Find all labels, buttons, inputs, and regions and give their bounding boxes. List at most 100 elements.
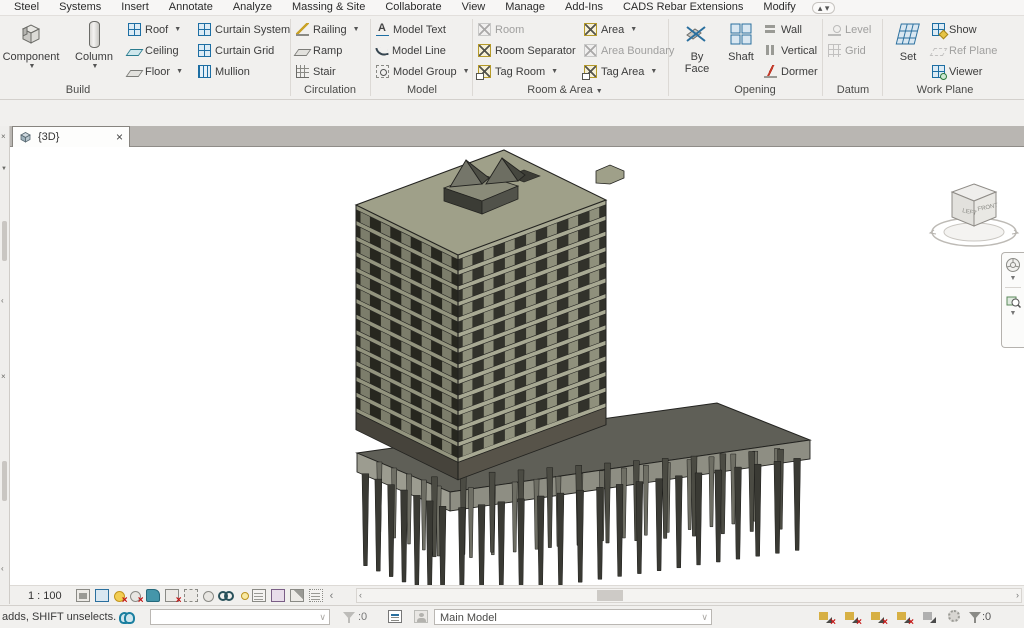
model-panel-label[interactable]: Model — [382, 84, 462, 98]
detail-level-icon[interactable] — [75, 589, 90, 602]
ribbon-state-toggle[interactable]: ▴ ▾ — [811, 1, 836, 14]
viewer-button[interactable]: Viewer — [932, 61, 1010, 82]
ribbon-tab-addins[interactable]: Add-Ins — [555, 0, 613, 16]
model-line-button[interactable]: Model Line — [375, 40, 470, 61]
horizontal-scroll-thumb[interactable] — [597, 590, 623, 601]
worksharing-display-icon[interactable] — [388, 610, 402, 623]
opening-by-face-button[interactable]: By Face — [676, 19, 718, 81]
zoom-dropdown-caret[interactable]: ▼ — [1010, 310, 1017, 317]
show-work-plane-button[interactable]: Show — [932, 19, 1010, 40]
scale-control[interactable]: 1 : 100 — [28, 590, 62, 602]
editing-requests-icon[interactable] — [342, 610, 356, 623]
wheel-dropdown-caret[interactable]: ▼ — [1010, 275, 1017, 282]
viewcube[interactable]: LEFT FRONT — [928, 176, 1020, 256]
dormer-button[interactable]: Dormer — [764, 61, 820, 82]
tag-area-button[interactable]: Tag Area ▼ — [582, 61, 668, 82]
design-options-icon[interactable] — [414, 610, 428, 623]
panel-close-icon[interactable]: × — [1, 132, 6, 141]
view-tab-3d[interactable]: {3D} × — [12, 126, 130, 147]
viewer-icon — [932, 65, 947, 80]
visual-style-icon[interactable] — [94, 589, 109, 602]
ribbon-tab-cads-rebar[interactable]: CADS Rebar Extensions — [613, 0, 753, 16]
lock-3d-view-icon[interactable] — [202, 590, 214, 602]
datum-panel-label[interactable]: Datum — [818, 84, 888, 98]
binoculars-icon[interactable] — [119, 610, 135, 624]
roof-button[interactable]: Roof ▼ — [128, 19, 194, 40]
curtain-system-button[interactable]: Curtain System — [198, 19, 290, 40]
select-pinned-elements-icon[interactable] — [870, 610, 888, 628]
reveal-hidden-elements-icon[interactable] — [240, 591, 249, 600]
filter-icon[interactable] — [968, 610, 982, 623]
model-group-button[interactable]: Model Group ▼ — [376, 61, 470, 82]
work-plane-panel-label[interactable]: Work Plane — [890, 84, 1000, 98]
mullion-button[interactable]: Mullion — [198, 61, 288, 82]
drawing-area[interactable] — [10, 147, 1024, 604]
area-boundary-label: Area Boundary — [601, 44, 675, 57]
collapsed-panel-strip[interactable]: × ▼ ‹ × ‹ — [0, 126, 10, 604]
ribbon-tab-manage[interactable]: Manage — [495, 0, 555, 16]
room-separator-button[interactable]: Room Separator — [478, 40, 580, 61]
curtain-grid-button[interactable]: Curtain Grid — [198, 40, 288, 61]
temporary-hide-isolate-icon[interactable] — [217, 589, 234, 602]
settings-gear-icon[interactable] — [948, 610, 960, 622]
scroll-up-icon[interactable]: ‹ — [1, 296, 4, 305]
reveal-constraints-icon[interactable] — [308, 589, 323, 602]
wall-opening-button[interactable]: Wall — [764, 19, 820, 40]
scroll-thumb[interactable] — [2, 221, 7, 261]
scroll-left-icon[interactable]: ‹ — [359, 590, 362, 600]
floor-label: Floor — [145, 65, 171, 78]
ribbon-tab-steel[interactable]: Steel — [4, 0, 49, 16]
steering-wheel-icon[interactable] — [1005, 257, 1021, 273]
ribbon-tab-collaborate[interactable]: Collaborate — [375, 0, 451, 16]
rendering-dialog-icon[interactable] — [145, 589, 160, 602]
circulation-panel-label[interactable]: Circulation — [292, 84, 368, 98]
scroll-down-icon[interactable]: ‹ — [1, 564, 4, 573]
vertical-opening-button[interactable]: Vertical — [764, 40, 820, 61]
temporary-view-properties-icon[interactable] — [251, 589, 266, 602]
opening-panel-label[interactable]: Opening — [710, 84, 800, 98]
zoom-icon[interactable] — [1006, 293, 1021, 308]
ribbon-tab-analyze[interactable]: Analyze — [223, 0, 282, 16]
sun-path-icon[interactable] — [113, 590, 128, 606]
select-elements-by-face-icon[interactable] — [896, 610, 914, 628]
floor-button[interactable]: Floor ▼ — [125, 61, 194, 82]
component-button[interactable]: Component ▼ — [0, 19, 62, 81]
displacement-sets-icon[interactable] — [289, 589, 304, 602]
ribbon-tab-view[interactable]: View — [452, 0, 496, 16]
design-option-dropdown[interactable]: Main Model ∨ — [434, 609, 712, 625]
workset-dropdown[interactable]: ∨ — [150, 609, 330, 625]
stair-button[interactable]: Stair — [296, 61, 368, 82]
ribbon-tab-annotate[interactable]: Annotate — [159, 0, 223, 16]
model-text-button[interactable]: Model Text — [376, 19, 470, 40]
shaft-button[interactable]: Shaft — [722, 19, 760, 81]
ceiling-button[interactable]: Ceiling — [125, 40, 194, 61]
room-separator-label: Room Separator — [495, 44, 576, 57]
shadows-icon[interactable] — [129, 590, 144, 606]
build-panel-label[interactable]: Build — [40, 84, 116, 98]
vcb-collapse-icon[interactable]: ‹ — [330, 590, 334, 602]
horizontal-scrollbar[interactable]: ‹ › — [356, 588, 1022, 603]
railing-button[interactable]: Railing ▼ — [296, 19, 368, 40]
ribbon-tab-modify[interactable]: Modify — [753, 0, 805, 16]
column-button[interactable]: Column ▼ — [70, 19, 118, 81]
drag-elements-on-selection-icon[interactable] — [922, 610, 936, 623]
vertical-opening-icon — [764, 44, 777, 57]
scroll-thumb[interactable] — [2, 461, 7, 501]
ramp-button[interactable]: Ramp — [293, 40, 368, 61]
panel-close-icon[interactable]: × — [1, 372, 6, 381]
crop-region-icon[interactable] — [183, 589, 198, 602]
crop-view-icon[interactable] — [164, 589, 182, 606]
tag-room-button[interactable]: Tag Room ▼ — [476, 61, 580, 82]
area-button[interactable]: Area ▼ — [584, 19, 668, 40]
room-area-panel-label[interactable]: Room & Area ▼ — [500, 84, 630, 98]
close-view-icon[interactable]: × — [116, 131, 123, 143]
set-work-plane-button[interactable]: Set — [888, 19, 928, 81]
ribbon-tab-massing-site[interactable]: Massing & Site — [282, 0, 375, 16]
scroll-right-icon[interactable]: › — [1016, 590, 1019, 600]
select-links-icon[interactable] — [818, 610, 836, 628]
panel-caret-icon[interactable]: ▼ — [1, 166, 7, 172]
analytical-model-icon[interactable] — [270, 589, 285, 602]
ribbon-tab-insert[interactable]: Insert — [111, 0, 159, 16]
select-underlay-elements-icon[interactable] — [844, 610, 862, 628]
ribbon-tab-systems[interactable]: Systems — [49, 0, 111, 16]
